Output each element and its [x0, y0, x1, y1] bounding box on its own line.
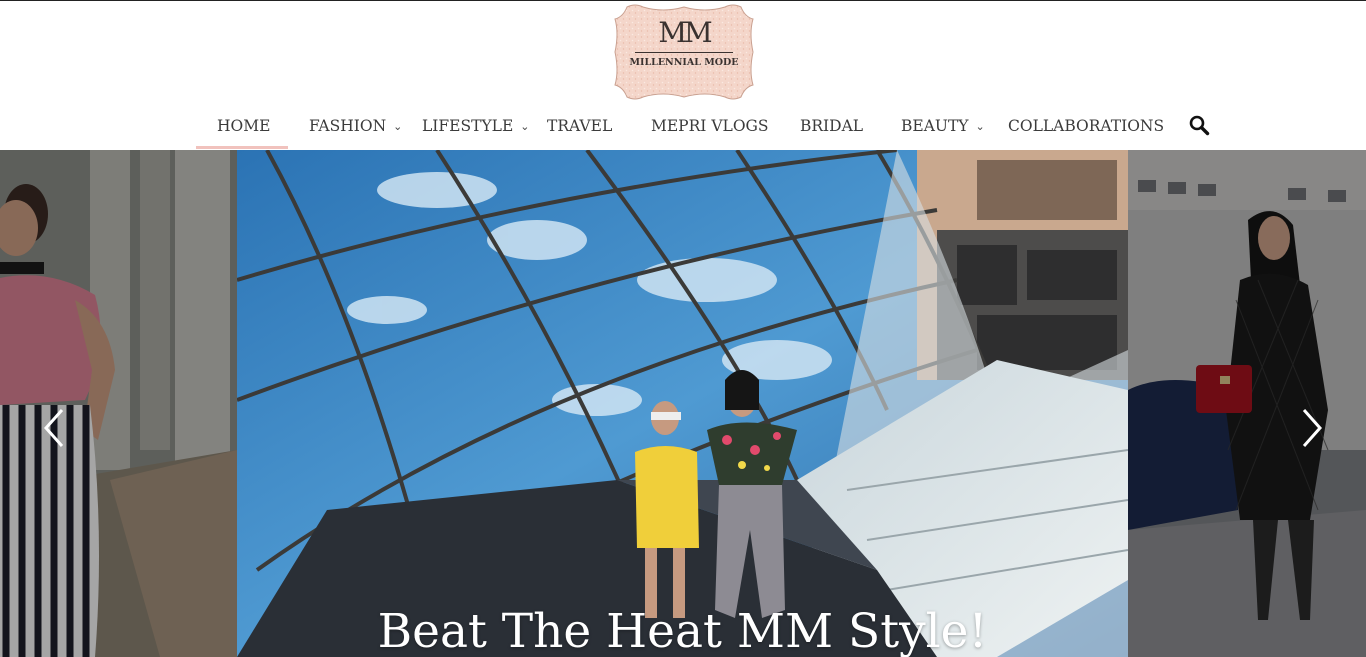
slide-caption[interactable]: Beat The Heat MM Style! [237, 604, 1128, 657]
search-icon [1189, 115, 1210, 136]
slider-next-button[interactable] [1296, 408, 1326, 448]
main-nav: HOME FASHION ⌄ LIFESTYLE ⌄ TRAVEL MEPRI VL… [0, 108, 1366, 150]
nav-item-travel[interactable]: TRAVEL [547, 108, 612, 148]
nav-item-collaborations[interactable]: COLLABORATIONS [1008, 108, 1164, 148]
nav-item-mepri-vlogs[interactable]: MEPRI VLOGS [651, 108, 769, 148]
search-button[interactable] [1188, 114, 1212, 138]
chevron-down-icon: ⌄ [520, 120, 530, 133]
hero-slider: Beat The Heat MM Style! [0, 150, 1366, 657]
chevron-left-icon [43, 409, 64, 447]
site-logo[interactable]: MM MILLENNIAL MODE [613, 3, 755, 101]
logo-wordmark: MILLENNIAL MODE [629, 57, 739, 68]
nav-item-label: COLLABORATIONS [1008, 117, 1165, 135]
nav-item-beauty[interactable]: BEAUTY ⌄ [901, 108, 985, 148]
slide-dim-overlay [1128, 150, 1366, 657]
nav-item-label: TRAVEL [547, 117, 613, 135]
chevron-down-icon: ⌄ [393, 120, 403, 133]
nav-item-label: BEAUTY [901, 117, 969, 135]
nav-item-label: HOME [217, 117, 271, 135]
nav-item-label: FASHION [309, 117, 387, 135]
nav-item-lifestyle[interactable]: LIFESTYLE ⌄ [422, 108, 530, 148]
nav-item-bridal[interactable]: BRIDAL [800, 108, 863, 148]
site-header: MM MILLENNIAL MODE HOME FASHION ⌄ LIFESTY… [0, 0, 1366, 150]
slide-previous[interactable] [0, 150, 237, 657]
nav-item-fashion[interactable]: FASHION ⌄ [309, 108, 402, 148]
logo-monogram: MM [658, 16, 712, 49]
logo-divider [635, 52, 733, 53]
slide-next[interactable] [1128, 150, 1366, 657]
nav-item-home[interactable]: HOME [217, 108, 270, 148]
chevron-right-icon [1302, 409, 1323, 447]
slider-prev-button[interactable] [40, 408, 70, 448]
chevron-down-icon: ⌄ [975, 120, 985, 133]
top-rule [0, 0, 1366, 1]
nav-item-label: MEPRI VLOGS [651, 117, 769, 135]
active-nav-underline [196, 146, 288, 149]
nav-item-label: LIFESTYLE [422, 117, 514, 135]
slide-dim-overlay [0, 150, 237, 657]
nav-item-label: BRIDAL [800, 117, 864, 135]
slide-current-image [237, 150, 1128, 657]
slide-current[interactable] [237, 150, 1128, 657]
